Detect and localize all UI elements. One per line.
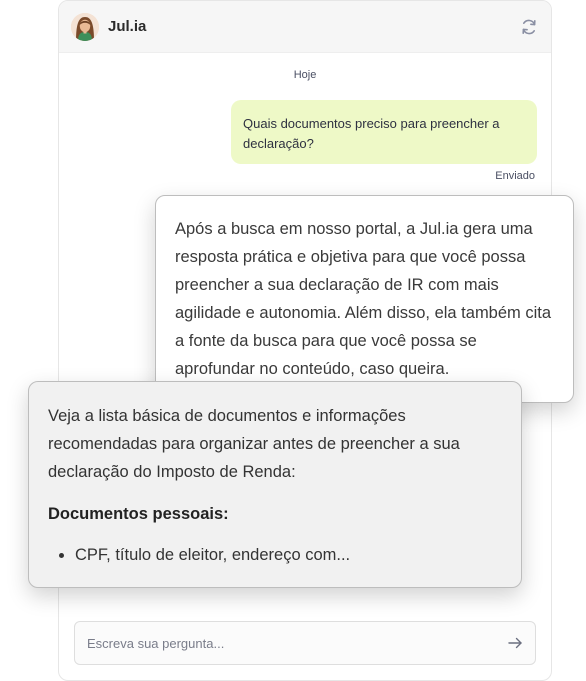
refresh-icon[interactable] <box>519 17 539 37</box>
answer-intro: Veja a lista básica de documentos e info… <box>48 407 460 481</box>
user-message-bubble: Quais documentos preciso para preencher … <box>231 100 537 164</box>
message-composer <box>74 621 536 665</box>
assistant-avatar <box>71 12 99 41</box>
explanation-callout: Após a busca em nosso portal, a Jul.ia g… <box>155 195 574 403</box>
assistant-name: Jul.ia <box>108 18 147 35</box>
list-item: CPF, título de eleitor, endereço com... <box>48 541 503 569</box>
day-separator: Hoje <box>293 69 317 81</box>
message-status: Enviado <box>495 170 535 182</box>
arrow-right-icon[interactable] <box>495 622 535 664</box>
question-input[interactable] <box>87 635 495 651</box>
chat-header: Jul.ia <box>59 1 551 53</box>
explanation-text: Após a busca em nosso portal, a Jul.ia g… <box>175 220 552 378</box>
answer-preview-callout: Veja a lista básica de documentos e info… <box>28 381 522 588</box>
answer-list: CPF, título de eleitor, endereço com... <box>48 541 503 569</box>
answer-section-title: Documentos pessoais: <box>48 505 229 523</box>
